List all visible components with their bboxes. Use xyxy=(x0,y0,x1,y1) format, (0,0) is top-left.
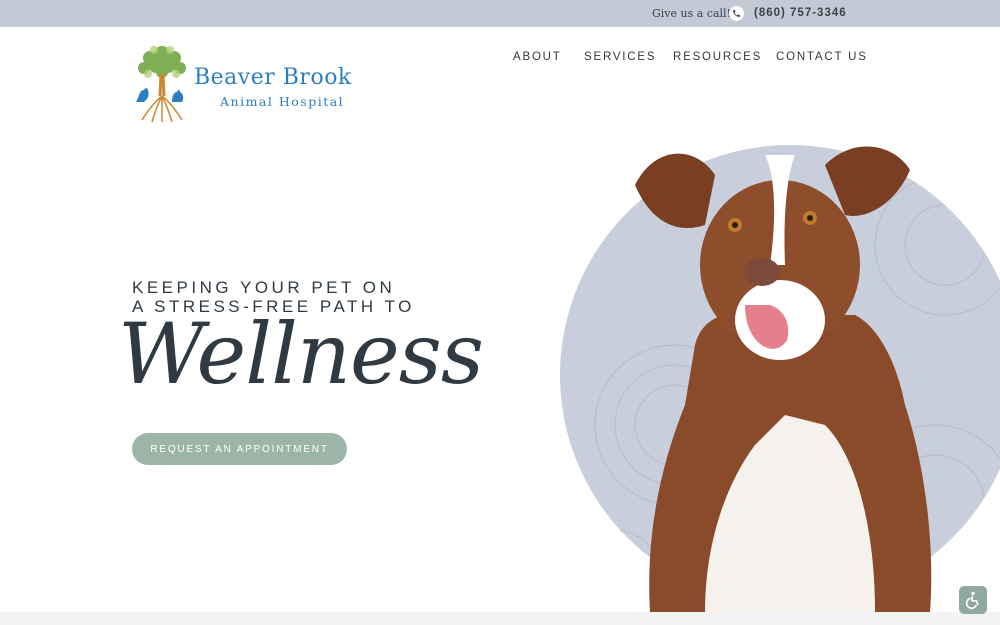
nav-services[interactable]: SERVICES xyxy=(584,51,656,63)
wheelchair-icon xyxy=(965,591,979,609)
tree-with-pets-logo xyxy=(136,46,186,123)
border-collie-dog-on-circle xyxy=(560,145,1000,612)
nav-about[interactable]: ABOUT xyxy=(513,51,562,63)
accessibility-button[interactable] xyxy=(959,586,987,614)
top-bar: Give us a call! (860) 757-3346 xyxy=(0,0,1000,27)
nav-contact-us[interactable]: CONTACT US xyxy=(776,51,868,63)
hero-script-heading: Wellness xyxy=(118,305,484,403)
section-divider xyxy=(0,612,1000,625)
logo[interactable]: Beaver Brook Animal Hospital xyxy=(132,40,382,124)
call-us-text: Give us a call! xyxy=(652,7,731,20)
request-appointment-button[interactable]: REQUEST AN APPOINTMENT xyxy=(132,433,347,465)
logo-name: Beaver Brook xyxy=(194,65,352,90)
phone-number-link[interactable]: (860) 757-3346 xyxy=(754,7,847,19)
hero-tagline-line1: KEEPING YOUR PET ON xyxy=(132,278,396,297)
logo-subtitle: Animal Hospital xyxy=(220,94,345,109)
nav-resources[interactable]: RESOURCES xyxy=(673,51,762,63)
phone-icon[interactable] xyxy=(729,6,744,21)
